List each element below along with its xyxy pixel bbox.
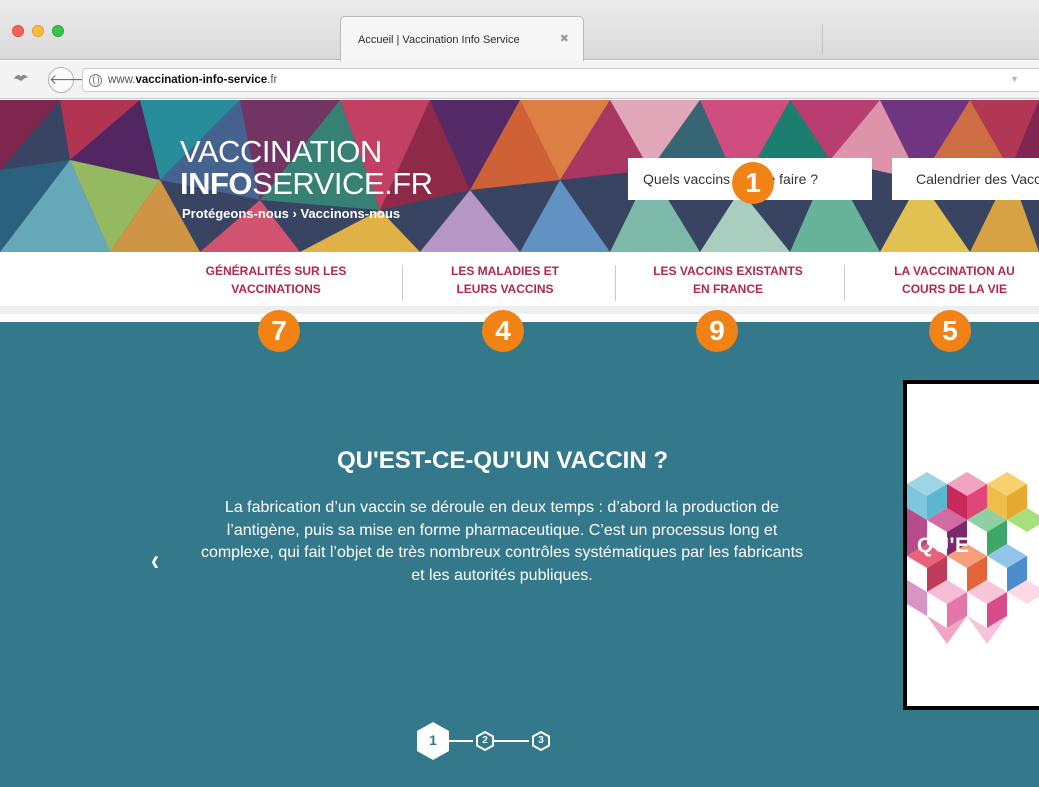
callout-badge: 9 (696, 310, 738, 352)
browser-window: Accueil | Vaccination Info Service ✖ 🡐 w… (0, 0, 1039, 787)
globe-icon (89, 74, 102, 87)
slide-video-thumbnail[interactable]: QU'E (903, 380, 1039, 710)
slide-text: La fabrication d’un vaccin se déroule en… (200, 499, 804, 584)
callout-badge: 4 (482, 310, 524, 352)
browser-titlebar: Accueil | Vaccination Info Service ✖ (0, 0, 1039, 61)
pager-page-1[interactable]: 1 (423, 732, 443, 748)
address-bar[interactable]: www.vaccination-info-service.fr ▼ (82, 68, 1039, 92)
header-banner (0, 100, 1039, 252)
tab-divider (822, 24, 823, 54)
back-arrow-icon[interactable]: 🡐 (48, 67, 87, 93)
url-text: www.vaccination-info-service.fr (108, 74, 278, 86)
nav-label-line2: COURS DE LA VIE (902, 282, 1007, 296)
carousel-prev-arrow-icon[interactable]: ‹ (151, 544, 159, 578)
nav-label-line1: LES VACCINS EXISTANTS (653, 264, 803, 278)
logo-subtitle: INFOSERVICE.FR (180, 166, 433, 201)
nav-item-maladies[interactable]: LES MALADIES ET LEURS VACCINS (410, 262, 600, 298)
callout-badge: 5 (929, 310, 971, 352)
nav-item-vaccins[interactable]: LES VACCINS EXISTANTS EN FRANCE (618, 262, 838, 298)
window-minimize-button[interactable] (32, 25, 44, 37)
tab-title: Accueil | Vaccination Info Service (358, 34, 520, 46)
nav-divider (402, 265, 403, 301)
pager-page-3[interactable]: 3 (533, 735, 549, 746)
nav-label-line1: LES MALADIES ET (450, 264, 559, 278)
nav-label-line1: GÉNÉRALITÉS SUR LES (205, 264, 347, 278)
slide-title: QU'EST-CE-QU'UN VACCIN ? (337, 447, 668, 474)
slide-carousel: ‹ QU'EST-CE-QU'UN VACCIN ? La fabricatio… (0, 322, 1039, 787)
url-dropdown-icon[interactable]: ▼ (1010, 74, 1019, 84)
pager-page-2[interactable]: 2 (477, 735, 493, 746)
nav-label-line1: LA VACCINATION AU (894, 264, 1015, 278)
main-nav: GÉNÉRALITÉS SUR LES VACCINATIONS LES MAL… (0, 252, 1039, 314)
window-maximize-button[interactable] (52, 25, 64, 37)
window-close-button[interactable] (12, 25, 24, 37)
nav-label-line2: LEURS VACCINS (456, 282, 554, 296)
nav-divider (615, 265, 616, 301)
callout-badge: 1 (732, 162, 774, 204)
extension-icon[interactable] (12, 72, 30, 86)
nav-label-line2: VACCINATIONS (231, 282, 321, 296)
nav-item-vaccination-vie[interactable]: LA VACCINATION AU COURS DE LA VIE (862, 262, 1039, 298)
callout-badge: 7 (258, 310, 300, 352)
logo-tagline: Protégeons-nous › Vaccinons-nous (182, 206, 401, 221)
nav-item-generalites[interactable]: GÉNÉRALITÉS SUR LES VACCINATIONS (166, 262, 386, 298)
slide-video-caption: QU'E (917, 534, 970, 557)
browser-tab[interactable]: Accueil | Vaccination Info Service ✖ (340, 16, 584, 61)
nav-label-line2: EN FRANCE (692, 282, 763, 296)
calendar-button[interactable]: Calendrier des Vaccinations (892, 158, 1039, 200)
tab-close-icon[interactable]: ✖ (560, 32, 569, 45)
browser-toolbar: 🡐 www.vaccination-info-service.fr ▼ (0, 61, 1039, 99)
logo-title: VACCINATION (180, 134, 382, 169)
carousel-pager: 1 2 3 (413, 718, 553, 766)
nav-divider (844, 265, 845, 301)
